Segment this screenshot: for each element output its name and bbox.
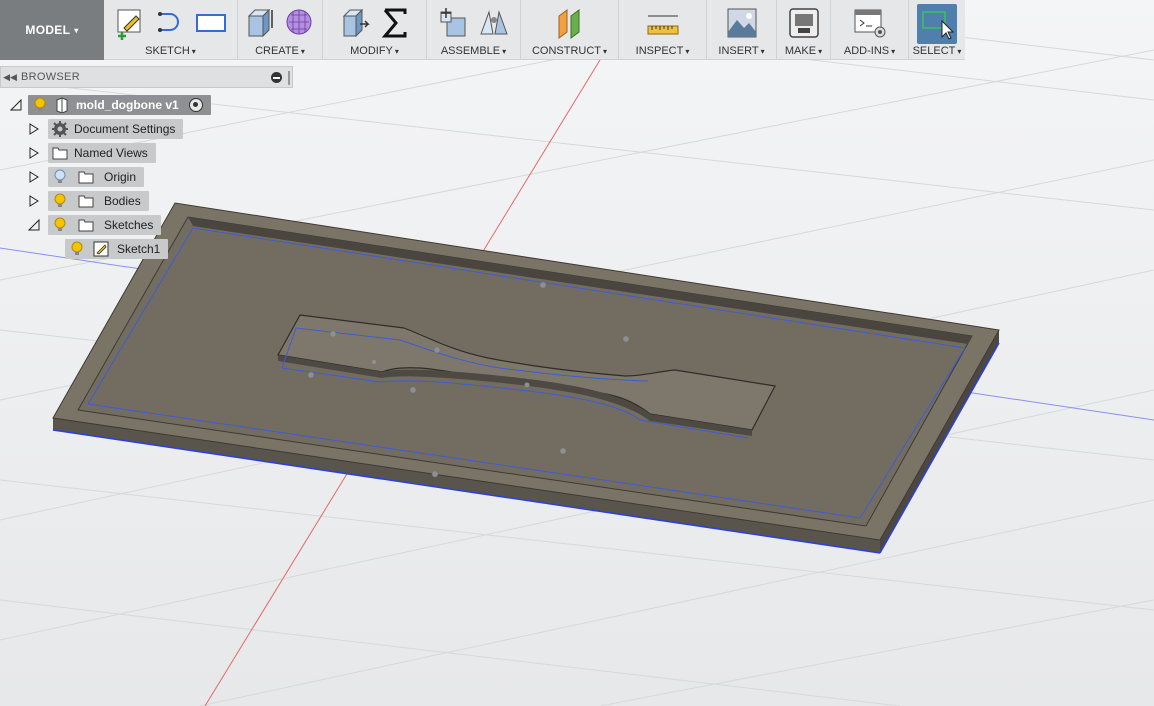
toolbar-group-make[interactable]: MAKE ▾ <box>777 0 831 60</box>
browser-item-document-settings[interactable]: Document Settings <box>26 119 184 139</box>
activate-radio-icon[interactable] <box>188 98 203 112</box>
group-label-inspect: INSPECT ▾ <box>635 45 690 57</box>
expand-triangle-icon[interactable] <box>26 191 42 211</box>
browser-root-node[interactable]: mold_dogbone v1 <box>8 95 211 115</box>
browser-item-label: Origin <box>104 170 137 184</box>
browser-panel-header: ◀◀ BROWSER <box>0 66 293 88</box>
browser-item-origin[interactable]: Origin <box>26 167 145 187</box>
collapse-triangle-icon[interactable] <box>26 215 42 235</box>
rectangle-tool-icon[interactable] <box>194 6 228 40</box>
toolbar-group-addins[interactable]: ADD-INS ▾ <box>831 0 909 60</box>
measure-icon[interactable] <box>646 6 680 40</box>
group-label-addins: ADD-INS ▾ <box>843 45 896 57</box>
folder-icon <box>78 169 94 185</box>
toolbar-group-create[interactable]: CREATE ▾ <box>238 0 323 60</box>
toolbar-group-sketch[interactable]: SKETCH ▾ <box>104 0 238 60</box>
lightbulb-icon[interactable] <box>69 241 85 257</box>
collapse-panel-icon[interactable]: ◀◀ <box>3 70 17 84</box>
create-sketch-icon[interactable] <box>114 6 148 40</box>
3d-print-icon[interactable] <box>787 6 821 40</box>
browser-item-label: Sketches <box>104 218 154 232</box>
group-label-insert: INSERT ▾ <box>718 45 765 57</box>
select-cursor-icon <box>922 11 954 40</box>
gear-icon <box>52 121 68 137</box>
group-label-construct: CONSTRUCT ▾ <box>531 45 608 57</box>
browser-item-bodies[interactable]: Bodies <box>26 191 149 211</box>
group-label-create: CREATE ▾ <box>255 45 305 57</box>
expand-triangle-icon[interactable] <box>26 143 42 163</box>
new-component-icon[interactable] <box>437 6 471 40</box>
insert-image-icon[interactable] <box>725 6 759 40</box>
group-label-sketch: SKETCH ▾ <box>145 45 196 57</box>
lightbulb-icon[interactable] <box>52 217 68 233</box>
browser-title: BROWSER <box>21 71 80 83</box>
browser-item-label: Bodies <box>104 194 141 208</box>
browser-item-label: Sketch1 <box>117 242 161 256</box>
folder-icon <box>52 145 68 161</box>
folder-icon <box>78 217 94 233</box>
toolbar-group-modify[interactable]: MODIFY ▾ <box>323 0 427 60</box>
group-label-assemble: ASSEMBLE ▾ <box>440 45 507 57</box>
workspace-label: MODEL <box>25 23 71 37</box>
scripts-addins-icon[interactable] <box>853 6 887 40</box>
expand-triangle-icon[interactable] <box>26 167 42 187</box>
offset-plane-icon[interactable] <box>553 6 587 40</box>
expand-triangle-icon[interactable] <box>26 119 42 139</box>
extrude-icon[interactable] <box>243 6 277 40</box>
panel-resize-handle[interactable] <box>288 71 290 85</box>
toolbar-group-insert[interactable]: INSERT ▾ <box>707 0 777 60</box>
arc-tool-icon[interactable] <box>154 6 188 40</box>
group-label-make: MAKE ▾ <box>784 45 823 57</box>
toolbar: MODEL ▾ SKETCH ▾ CREATE ▾ MODIFY ▾ ASSEMBLE… <box>0 0 965 60</box>
browser-item-sketch1[interactable]: Sketch1 <box>65 239 169 259</box>
group-label-modify: MODIFY ▾ <box>350 45 399 57</box>
lightbulb-off-icon[interactable] <box>52 169 68 185</box>
browser-item-label: Named Views <box>74 146 148 160</box>
expand-triangle-icon[interactable] <box>8 95 24 115</box>
chevron-down-icon: ▾ <box>74 25 79 35</box>
toolbar-group-inspect[interactable]: INSPECT ▾ <box>619 0 707 60</box>
minimize-panel-icon[interactable] <box>271 72 282 83</box>
workspace-switcher-button[interactable]: MODEL ▾ <box>0 0 104 60</box>
sketch-icon <box>93 241 109 257</box>
toolbar-group-construct[interactable]: CONSTRUCT ▾ <box>521 0 619 60</box>
form-icon[interactable] <box>283 6 317 40</box>
joint-icon[interactable] <box>477 6 511 40</box>
sigma-icon[interactable] <box>378 6 412 40</box>
root-node-label: mold_dogbone v1 <box>76 98 179 112</box>
lightbulb-icon[interactable] <box>32 97 48 113</box>
browser-item-named-views[interactable]: Named Views <box>26 143 156 163</box>
select-tool-button[interactable] <box>917 4 957 44</box>
lightbulb-icon[interactable] <box>52 193 68 209</box>
browser-item-label: Document Settings <box>74 122 176 136</box>
browser-item-sketches[interactable]: Sketches <box>26 215 162 235</box>
toolbar-group-assemble[interactable]: ASSEMBLE ▾ <box>427 0 521 60</box>
press-pull-icon[interactable] <box>338 6 372 40</box>
group-label-select: SELECT ▾ <box>912 45 962 57</box>
document-icon <box>54 97 70 113</box>
folder-icon <box>78 193 94 209</box>
toolbar-group-select[interactable]: SELECT ▾ <box>909 0 965 60</box>
